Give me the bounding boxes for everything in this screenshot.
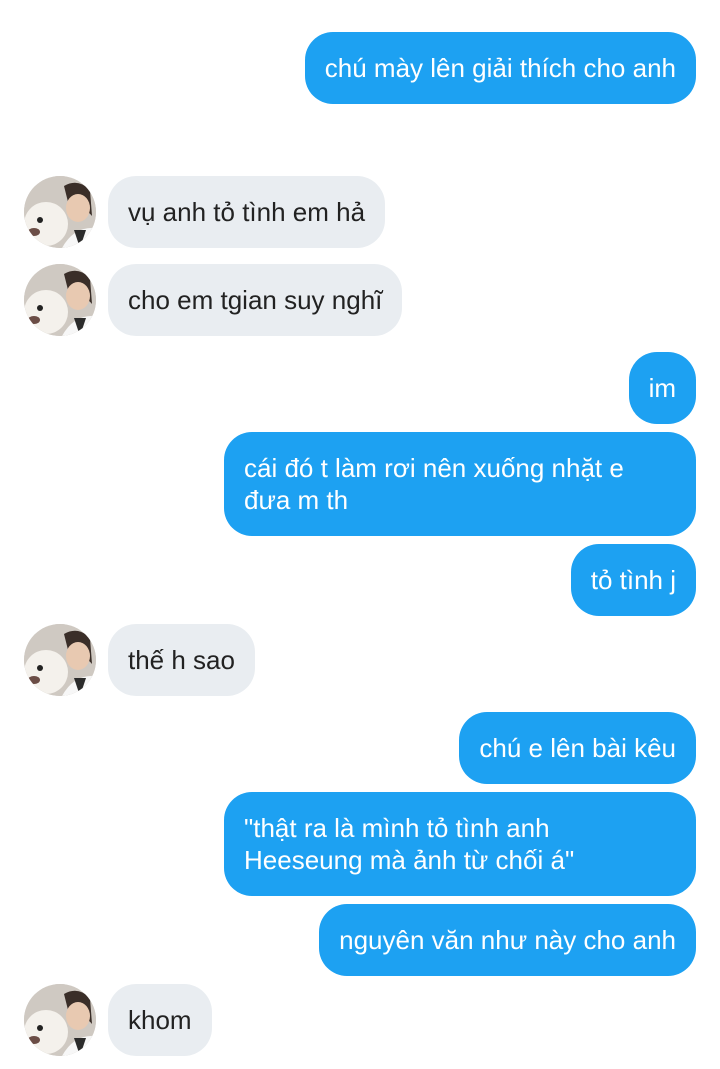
message-bubble-sent[interactable]: cái đó t làm rơi nên xuống nhặt e đưa m … [224, 432, 696, 536]
message-bubble-sent[interactable]: tỏ tình j [570, 544, 696, 616]
message-bubble-received[interactable]: cho em tgian suy nghĩ [108, 264, 403, 336]
message-bubble-received[interactable]: khom [108, 984, 212, 1056]
message-bubble-received[interactable]: thế h sao [108, 624, 255, 696]
avatar-icon[interactable] [24, 176, 96, 248]
message-bubble-received[interactable]: vụ anh tỏ tình em hả [108, 176, 386, 248]
message-bubble-sent[interactable]: chú mày lên giải thích cho anh [304, 32, 696, 104]
message-bubble-sent[interactable]: chú e lên bài kêu [459, 712, 696, 784]
avatar-icon[interactable] [24, 264, 96, 336]
avatar-icon[interactable] [24, 984, 96, 1056]
message-bubble-sent[interactable]: "thật ra là mình tỏ tình anh Heeseung mà… [224, 792, 696, 896]
message-bubble-sent[interactable]: nguyên văn như này cho anh [319, 904, 696, 976]
message-bubble-sent[interactable]: im [628, 352, 696, 424]
avatar-icon[interactable] [24, 624, 96, 696]
